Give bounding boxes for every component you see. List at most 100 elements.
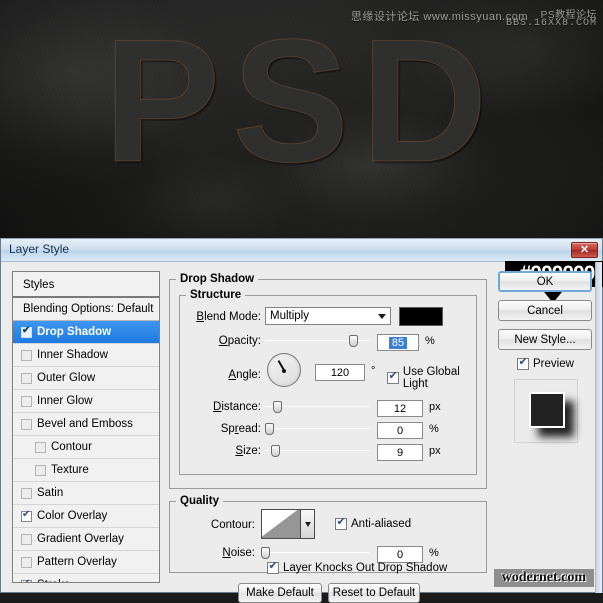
sidebar-item-drop-shadow[interactable]: Drop Shadow: [13, 321, 159, 344]
checkbox-satin[interactable]: [21, 487, 32, 499]
sidebar-item-bevel-and-emboss[interactable]: Bevel and Emboss: [13, 413, 159, 436]
use-global-light-checkbox[interactable]: Use Global Light: [387, 366, 487, 390]
distance-slider[interactable]: [265, 401, 369, 413]
styles-panel-header: Styles: [13, 272, 159, 298]
quality-group-title: Quality: [180, 495, 219, 507]
angle-unit: °: [371, 365, 376, 377]
sidebar-item-label: Bevel and Emboss: [37, 417, 133, 430]
angle-dial[interactable]: [267, 353, 301, 387]
opacity-input[interactable]: 85: [377, 334, 419, 351]
noise-label: Noise:: [222, 547, 255, 559]
new-style-button[interactable]: New Style...: [498, 329, 592, 350]
anti-aliased-checkbox[interactable]: Anti-aliased: [335, 516, 412, 530]
ok-button[interactable]: OK: [498, 271, 592, 292]
blend-mode-select[interactable]: Multiply: [265, 307, 391, 325]
spread-input[interactable]: 0: [377, 422, 423, 439]
contour-swatch[interactable]: [261, 509, 301, 539]
dialog-scrollbar[interactable]: [595, 262, 602, 593]
checkbox-pattern-overlay[interactable]: [21, 556, 32, 568]
sidebar-item-satin[interactable]: Satin: [13, 482, 159, 505]
checkbox-box: [267, 560, 279, 574]
slider-knob[interactable]: [271, 445, 280, 457]
layer-knocks-out-checkbox[interactable]: Layer Knocks Out Drop Shadow: [267, 560, 448, 574]
checkbox-contour[interactable]: [35, 441, 46, 453]
reset-to-default-button[interactable]: Reset to Default: [328, 583, 420, 603]
distance-input[interactable]: 12: [377, 400, 423, 417]
checkbox-drop-shadow[interactable]: [21, 325, 32, 338]
dialog-title: Layer Style: [9, 242, 70, 256]
checkbox-stroke[interactable]: [21, 578, 32, 582]
sidebar-item-contour[interactable]: Contour: [13, 436, 159, 459]
sidebar-item-blending-options[interactable]: Blending Options: Default: [13, 298, 159, 321]
spread-value: 0: [396, 424, 404, 437]
angle-input[interactable]: 120: [315, 364, 365, 381]
checkbox-inner-shadow[interactable]: [21, 349, 32, 361]
checkbox-box: [517, 356, 529, 370]
make-default-button[interactable]: Make Default: [238, 583, 322, 603]
use-global-light-label: Use Global Light: [402, 366, 460, 390]
size-value: 9: [396, 446, 404, 459]
dialog-actions: OK Cancel New Style... Preview: [495, 271, 595, 583]
dialog-titlebar[interactable]: Layer Style ✕: [1, 239, 602, 262]
sidebar-item-inner-glow[interactable]: Inner Glow: [13, 390, 159, 413]
preview-thumbnail: [514, 379, 578, 443]
checkbox-bevel-and-emboss[interactable]: [21, 418, 32, 430]
checkbox-inner-glow[interactable]: [21, 395, 32, 407]
layer-knocks-out-label: Layer Knocks Out Drop Shadow: [283, 562, 448, 574]
chevron-down-icon: [378, 314, 386, 319]
sidebar-item-label: Contour: [51, 440, 92, 453]
sidebar-item-pattern-overlay[interactable]: Pattern Overlay: [13, 551, 159, 574]
psd-text-layer: PSD: [103, 4, 500, 199]
checkbox-outer-glow[interactable]: [21, 372, 32, 384]
size-label: Size:: [235, 445, 261, 457]
sidebar-item-texture[interactable]: Texture: [13, 459, 159, 482]
spread-slider[interactable]: [265, 423, 369, 435]
watermark-missyuan: 思缘设计论坛 www.missyuan.com: [350, 11, 528, 23]
slider-knob[interactable]: [265, 423, 274, 435]
sidebar-item-label: Stroke: [37, 574, 70, 583]
angle-hub: [282, 369, 286, 373]
layer-style-dialog: Layer Style ✕ Styles Blending Options: D…: [0, 238, 603, 603]
sidebar-item-label: Texture: [51, 463, 89, 476]
sidebar-item-label: Drop Shadow: [37, 325, 112, 338]
sidebar-item-inner-shadow[interactable]: Inner Shadow: [13, 344, 159, 367]
opacity-slider[interactable]: [265, 335, 369, 347]
sidebar-item-label: Pattern Overlay: [37, 555, 117, 568]
noise-input[interactable]: 0: [377, 546, 423, 563]
anti-aliased-label: Anti-aliased: [351, 518, 412, 530]
styles-list-panel[interactable]: Styles Blending Options: Default Drop Sh…: [12, 271, 160, 583]
opacity-value: 85: [388, 336, 408, 349]
sidebar-item-stroke[interactable]: Stroke: [13, 574, 159, 583]
sidebar-item-label: Color Overlay: [37, 509, 108, 522]
cancel-button[interactable]: Cancel: [498, 300, 592, 321]
contour-picker[interactable]: [261, 509, 315, 539]
sidebar-item-label: Satin: [37, 486, 64, 499]
sidebar-item-gradient-overlay[interactable]: Gradient Overlay: [13, 528, 159, 551]
slider-knob[interactable]: [261, 547, 270, 559]
checkbox-box: [387, 370, 399, 384]
drop-shadow-group-title: Drop Shadow: [180, 273, 255, 285]
slider-track: [261, 552, 369, 553]
size-slider[interactable]: [265, 445, 369, 457]
shadow-color-swatch[interactable]: [399, 307, 443, 326]
noise-slider[interactable]: [261, 547, 369, 559]
slider-knob[interactable]: [349, 335, 358, 347]
slider-track: [265, 450, 369, 451]
checkbox-gradient-overlay[interactable]: [21, 533, 32, 545]
preview-checkbox[interactable]: Preview: [517, 356, 574, 370]
sidebar-item-outer-glow[interactable]: Outer Glow: [13, 367, 159, 390]
angle-value: 120: [330, 366, 350, 379]
chevron-down-icon[interactable]: [301, 509, 315, 539]
canvas-preview-image: PSD 思缘设计论坛 www.missyuan.com PS教程论坛 BBS.1…: [0, 0, 603, 238]
checkbox-box: [335, 516, 347, 530]
checkbox-texture[interactable]: [35, 464, 46, 476]
sidebar-item-color-overlay[interactable]: Color Overlay: [13, 505, 159, 528]
contour-label: Contour:: [210, 519, 255, 531]
sidebar-item-label: Outer Glow: [37, 371, 96, 384]
size-input[interactable]: 9: [377, 444, 423, 461]
checkbox-color-overlay[interactable]: [21, 509, 32, 522]
slider-knob[interactable]: [273, 401, 282, 413]
close-icon[interactable]: ✕: [571, 242, 598, 258]
opacity-unit: %: [425, 335, 435, 347]
noise-unit: %: [429, 547, 439, 559]
